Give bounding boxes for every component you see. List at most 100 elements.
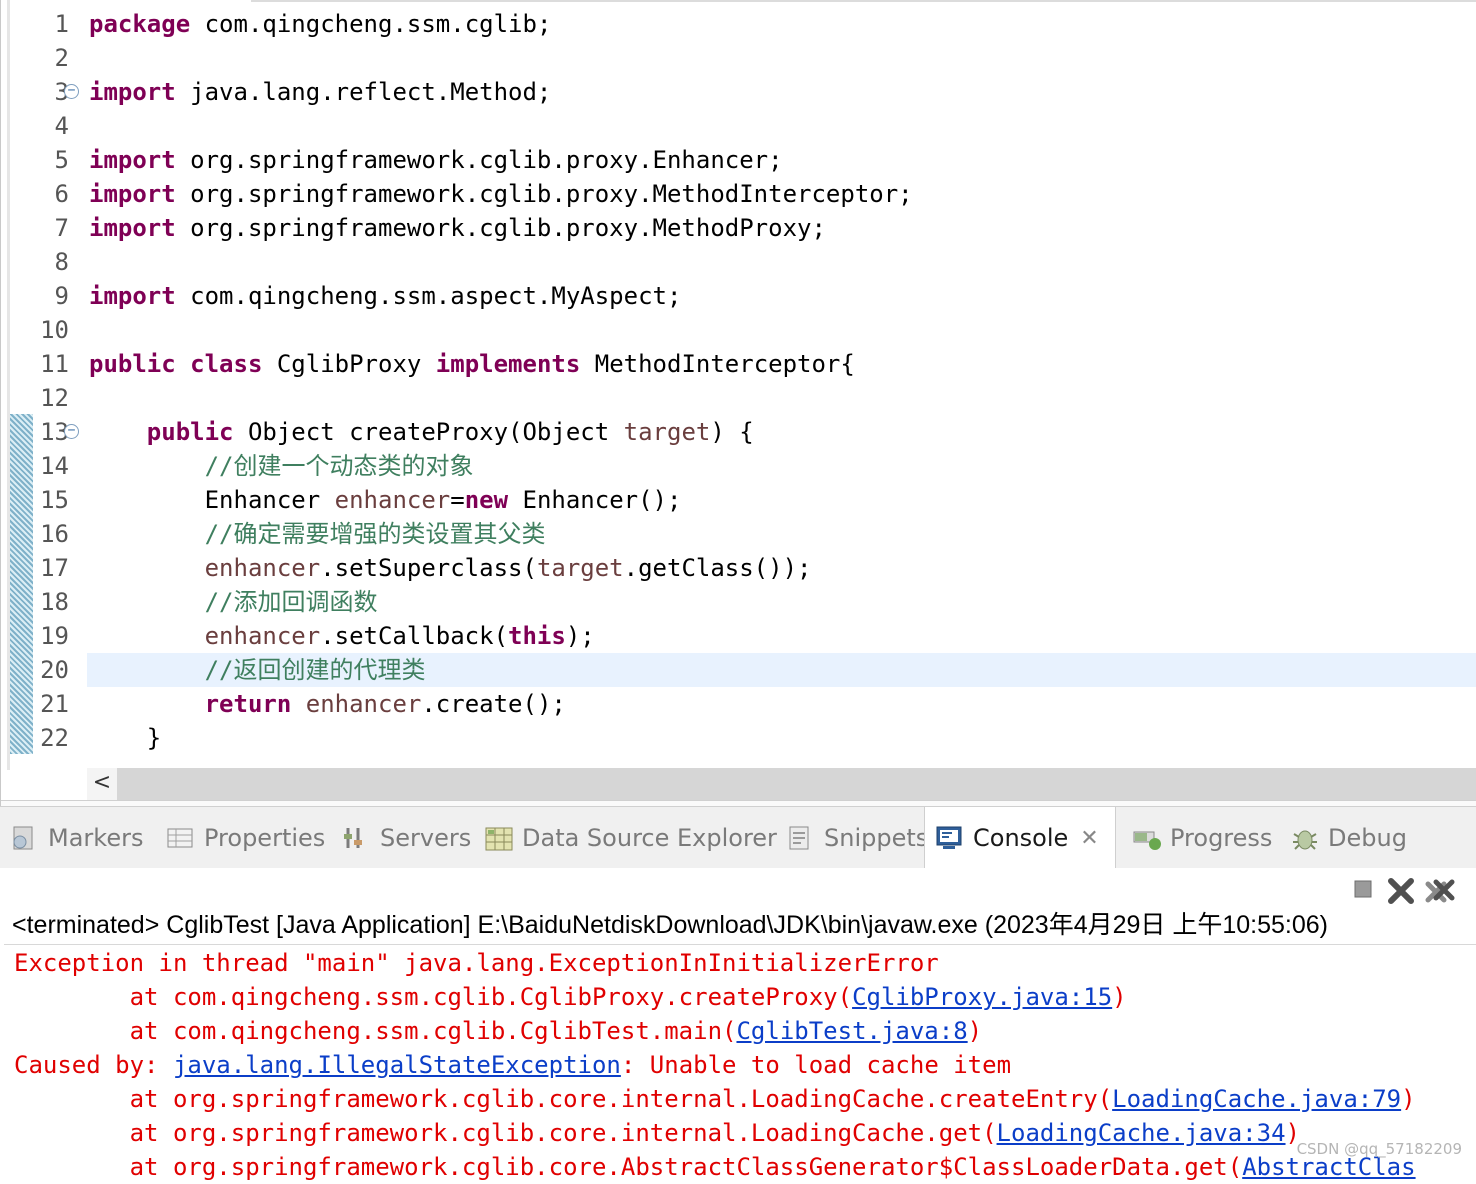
code-text: return enhancer.create(); (89, 687, 566, 721)
stacktrace-link[interactable]: CglibProxy.java:15 (852, 983, 1112, 1011)
line-number: 6 (54, 180, 69, 208)
code-line[interactable]: 16 //确定需要增强的类设置其父类 (1, 517, 1476, 551)
console-text: Caused by: (14, 1051, 173, 1079)
fold-collapse-icon[interactable]: − (64, 424, 79, 439)
code-editor[interactable]: 1 package com.qingcheng.ssm.cglib; 2 3− impo… (0, 0, 1476, 806)
tab-snippets[interactable]: Snippets (786, 807, 928, 869)
line-number: 1 (54, 10, 69, 38)
code-line[interactable]: 20 //返回创建的代理类 (1, 653, 1476, 687)
line-number: 18 (40, 588, 69, 616)
code-token: .create(); (421, 690, 566, 718)
console-line: at com.qingcheng.ssm.cglib.CglibTest.mai… (14, 1014, 983, 1048)
console-text: at org.springframework.cglib.core.intern… (14, 1085, 1113, 1113)
code-line[interactable]: 12 (1, 381, 1476, 415)
code-line[interactable]: 18 //添加回调函数 (1, 585, 1476, 619)
code-line[interactable]: 15 Enhancer enhancer=new Enhancer(); (1, 483, 1476, 517)
tab-properties[interactable]: Properties (166, 807, 325, 869)
code-line[interactable]: 8 (1, 245, 1476, 279)
tab-servers[interactable]: Servers (342, 807, 471, 869)
fold-collapse-icon[interactable]: − (64, 84, 79, 99)
keyword-token: import (89, 282, 176, 310)
console-text: Exception in thread "main" java.lang.Exc… (14, 949, 939, 977)
code-line[interactable]: 17 enhancer.setSuperclass(target.getClas… (1, 551, 1476, 585)
code-token: ) { (710, 418, 754, 446)
code-line[interactable]: 21 return enhancer.create(); (1, 687, 1476, 721)
launch-status-line: <terminated> CglibTest [Java Application… (12, 911, 1328, 939)
horizontal-scrollbar[interactable]: < (87, 768, 1476, 800)
comment-token: 创建一个动态类的对象 (233, 452, 474, 480)
tab-markers[interactable]: Markers (10, 807, 143, 869)
scroll-left-arrow-icon[interactable]: < (87, 768, 117, 800)
code-token: .setSuperclass( (320, 554, 537, 582)
console-text: at com.qingcheng.ssm.cglib.CglibProxy.cr… (14, 983, 853, 1011)
code-line[interactable]: 1 package com.qingcheng.ssm.cglib; (1, 7, 1476, 41)
close-icon[interactable]: ✕ (1080, 826, 1098, 851)
stacktrace-link[interactable]: CglibTest.java:8 (736, 1017, 967, 1045)
comment-token: // (204, 588, 234, 616)
line-number: 19 (40, 622, 69, 650)
terminate-button[interactable] (1348, 876, 1378, 906)
code-token: com.qingcheng.ssm.cglib; (190, 10, 552, 38)
stacktrace-link[interactable]: java.lang.IllegalStateException (173, 1051, 621, 1079)
tab-label: Properties (204, 824, 326, 852)
keyword-token: package (89, 10, 191, 38)
console-view: <terminated> CglibTest [Java Application… (0, 868, 1476, 1181)
console-text: at com.qingcheng.ssm.cglib.CglibTest.mai… (14, 1017, 737, 1045)
keyword-token: return (204, 690, 292, 718)
code-line[interactable]: 22 } (1, 721, 1476, 755)
remove-icon (1388, 878, 1414, 904)
code-token: CglibProxy (262, 350, 436, 378)
code-token: ); (565, 622, 595, 650)
remove-all-terminated-button[interactable] (1424, 876, 1455, 906)
variable-token: target (623, 418, 711, 446)
code-line[interactable]: 14 //创建一个动态类的对象 (1, 449, 1476, 483)
code-line[interactable]: 10 (1, 313, 1476, 347)
stacktrace-link[interactable]: LoadingCache.java:79 (1112, 1085, 1401, 1113)
stacktrace-link[interactable]: LoadingCache.java:34 (997, 1119, 1286, 1147)
remove-all-icon (1425, 879, 1455, 903)
keyword-token: class (190, 350, 263, 378)
code-token: Enhancer(); (508, 486, 682, 514)
line-number: 21 (40, 690, 69, 718)
code-token: org.springframework.cglib.proxy.Enhancer… (175, 146, 783, 174)
code-line[interactable]: 13− public Object createProxy(Object tar… (1, 415, 1476, 449)
tab-data-source-explorer[interactable]: Data Source Explorer (484, 807, 777, 869)
keyword-token: public (89, 350, 176, 378)
code-token: } (89, 724, 162, 752)
properties-icon (166, 824, 194, 852)
tab-progress[interactable]: Progress (1132, 807, 1272, 869)
line-number: 2 (54, 44, 69, 72)
code-token: Object createProxy(Object (233, 418, 624, 446)
code-line[interactable]: 19 enhancer.setCallback(this); (1, 619, 1476, 653)
tab-label: Debug (1328, 824, 1407, 852)
code-line[interactable]: 11 public class CglibProxy implements Met… (1, 347, 1476, 381)
tab-label: Servers (380, 824, 472, 852)
code-token: org.springframework.cglib.proxy.MethodPr… (175, 214, 826, 242)
code-line[interactable]: 7 import org.springframework.cglib.proxy.… (1, 211, 1476, 245)
code-text: package com.qingcheng.ssm.cglib; (89, 7, 551, 41)
line-number: 4 (54, 112, 69, 140)
code-line[interactable]: 4 (1, 109, 1476, 143)
console-text: ) (1401, 1085, 1416, 1113)
progress-icon (1132, 824, 1161, 852)
code-line[interactable]: 6 import org.springframework.cglib.proxy.… (1, 177, 1476, 211)
line-number: 5 (54, 146, 69, 174)
line-number: 9 (54, 282, 69, 310)
tab-debug[interactable]: Debug (1290, 807, 1407, 869)
comment-token: 返回创建的代理类 (233, 656, 426, 684)
keyword-token: import (89, 146, 176, 174)
line-number: 20 (40, 656, 69, 684)
comment-token: 添加回调函数 (233, 588, 378, 616)
code-line[interactable]: 9 import com.qingcheng.ssm.aspect.MyAspec… (1, 279, 1476, 313)
code-line[interactable]: 5 import org.springframework.cglib.proxy.… (1, 143, 1476, 177)
code-line[interactable]: 3− import java.lang.reflect.Method; (1, 75, 1476, 109)
remove-launch-button[interactable] (1386, 876, 1416, 906)
code-line[interactable]: 2 (1, 41, 1476, 75)
code-text: import org.springframework.cglib.proxy.M… (89, 211, 826, 245)
tab-console[interactable]: Console ✕ (924, 807, 1116, 869)
horizontal-scroll-thumb[interactable] (117, 768, 1476, 800)
